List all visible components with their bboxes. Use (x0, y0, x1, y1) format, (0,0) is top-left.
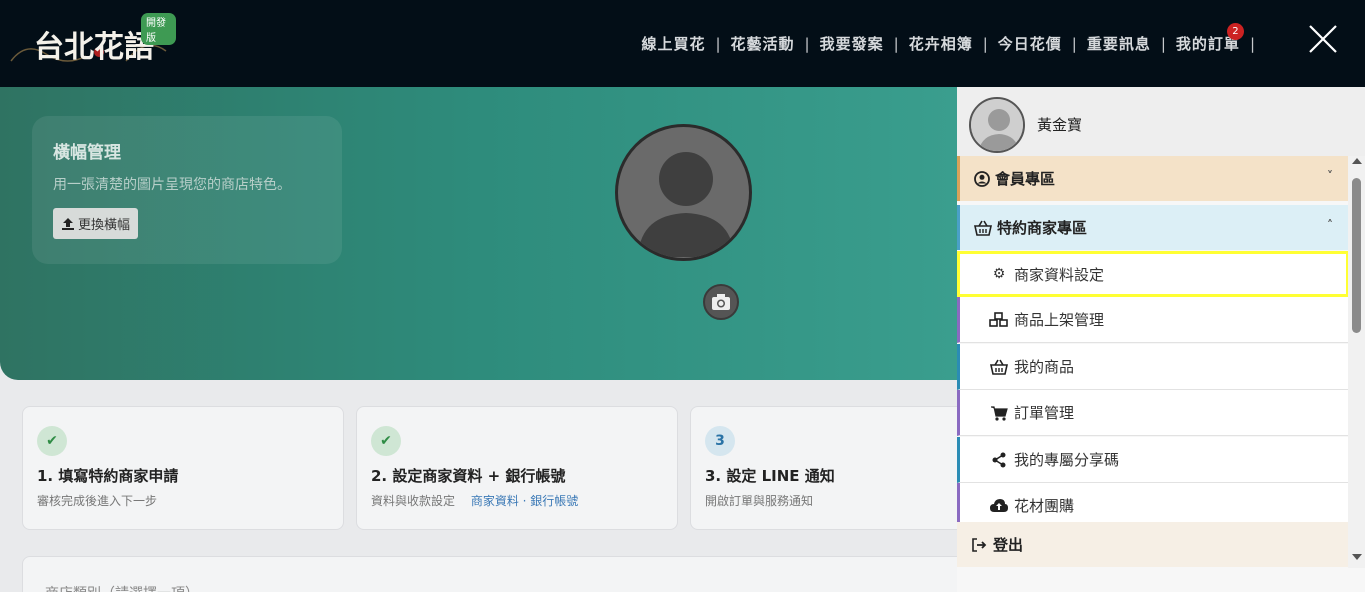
nav-buy-flowers[interactable]: 線上買花 (641, 33, 705, 54)
scroll-up-icon[interactable] (1352, 158, 1362, 164)
scroll-thumb[interactable] (1352, 178, 1361, 333)
menu-item-label: 我的商品 (1014, 358, 1075, 376)
store-banner: 橫幅管理 用一張清楚的圖片呈現您的商店特色。 更換橫幅 (0, 87, 960, 380)
cart-icon (991, 405, 1008, 421)
menu-item-label: 商家資料設定 (1014, 265, 1105, 284)
basket-icon (974, 220, 992, 236)
cloud-upload-icon (990, 498, 1008, 512)
sign-out-icon (972, 537, 987, 552)
menu-item-label: 訂單管理 (1014, 404, 1075, 422)
top-header: 台北花語 開發版 線上買花 | 花藝活動 | 我要發案 | 花卉相簿 | 今日花… (0, 0, 1365, 87)
nav-separator: | (804, 34, 810, 53)
close-icon[interactable] (1306, 22, 1340, 56)
nav-today-price[interactable]: 今日花價 (998, 33, 1062, 54)
nav-post-job[interactable]: 我要發案 (820, 33, 884, 54)
check-icon: ✔ (37, 426, 67, 456)
logo-text: 台北花語 (34, 30, 154, 65)
section-member-label: 會員專區 (995, 170, 1056, 188)
step-title: 1. 填寫特約商家申請 (37, 467, 179, 485)
step-card: ✔ 1. 填寫特約商家申請 審核完成後進入下一步 (22, 406, 344, 530)
user-silhouette-icon (971, 99, 1023, 151)
user-name: 黃金寶 (1037, 116, 1083, 134)
user-profile-row: 黃金寶 (957, 87, 1365, 156)
nav-flower-album[interactable]: 花卉相簿 (909, 33, 973, 54)
store-category-label: 商店類別（請選擇一項） (45, 583, 199, 592)
menu-item-label: 花材團購 (1014, 497, 1075, 515)
menu-item-merchant-settings[interactable]: ⚙ 商家資料設定 (957, 251, 1349, 297)
site-logo[interactable]: 台北花語 開發版 (6, 6, 176, 74)
banner-description: 用一張清楚的圖片呈現您的商店特色。 (53, 177, 291, 193)
nav-my-orders[interactable]: 我的訂單 2 (1176, 23, 1244, 54)
menu-item-my-products[interactable]: 我的商品 (957, 344, 1349, 390)
check-icon: ✔ (371, 426, 401, 456)
step-subtitle: 資料與收款設定 商家資料 · 銀行帳號 (371, 492, 578, 509)
cubes-icon (989, 311, 1008, 327)
nav-important-news[interactable]: 重要訊息 (1087, 33, 1151, 54)
step-subtitle: 審核完成後進入下一步 (37, 494, 158, 508)
store-category-card: 商店類別（請選擇一項） (22, 556, 972, 592)
step-subtitle-text: 資料與收款設定 (371, 494, 456, 508)
nav-separator: | (982, 34, 988, 53)
menu-scrollbar[interactable] (1348, 156, 1365, 568)
gear-icon: ⚙ (992, 266, 1006, 282)
banner-title: 橫幅管理 (53, 143, 121, 163)
nav-separator: | (1249, 34, 1255, 53)
side-menu-panel: 黃金寶 會員專區 ˅ 特約商家專區 ˄ ⚙ 商家資料設定 商品上架管理 我的商品… (957, 87, 1365, 592)
logout-button[interactable]: 登出 (957, 522, 1349, 567)
section-member[interactable]: 會員專區 ˅ (957, 156, 1349, 201)
step-title: 2. 設定商家資料 + 銀行帳號 (371, 467, 566, 485)
nav-separator: | (1160, 34, 1166, 53)
scroll-down-icon[interactable] (1352, 554, 1362, 560)
store-avatar[interactable] (615, 124, 752, 261)
chevron-down-icon: ˅ (1327, 169, 1333, 183)
chevron-up-icon: ˄ (1327, 218, 1333, 232)
avatar[interactable] (969, 97, 1025, 153)
nav-separator: | (893, 34, 899, 53)
basket-icon (990, 359, 1008, 375)
menu-item-product-listing[interactable]: 商品上架管理 (957, 297, 1349, 343)
menu-item-group-buy[interactable]: 花材團購 (957, 483, 1349, 522)
change-banner-label: 更換橫幅 (78, 217, 131, 232)
menu-item-share-code[interactable]: 我的專屬分享碼 (957, 437, 1349, 483)
user-circle-icon (974, 170, 990, 187)
user-silhouette-icon (638, 152, 734, 257)
share-icon (992, 452, 1006, 467)
nav-separator: | (1071, 34, 1077, 53)
nav-floral-events[interactable]: 花藝活動 (731, 33, 795, 54)
menu-item-label: 商品上架管理 (1014, 311, 1105, 329)
nav-separator: | (715, 34, 721, 53)
section-merchant[interactable]: 特約商家專區 ˄ (957, 205, 1349, 250)
logout-label: 登出 (993, 536, 1024, 554)
main-nav: 線上買花 | 花藝活動 | 我要發案 | 花卉相簿 | 今日花價 | 重要訊息 … (641, 23, 1265, 54)
menu-item-label: 我的專屬分享碼 (1014, 451, 1120, 469)
order-count-badge: 2 (1226, 23, 1244, 40)
step-title: 3. 設定 LINE 通知 (705, 467, 835, 485)
dev-badge: 開發版 (141, 13, 176, 45)
banner-management-card: 橫幅管理 用一張清楚的圖片呈現您的商店特色。 更換橫幅 (32, 116, 342, 264)
menu-item-order-management[interactable]: 訂單管理 (957, 390, 1349, 436)
upload-icon (62, 217, 74, 230)
step-subtitle: 開啟訂單與服務通知 (705, 494, 814, 508)
camera-icon (712, 294, 730, 310)
side-menu: 會員專區 ˅ 特約商家專區 ˄ ⚙ 商家資料設定 商品上架管理 我的商品 訂單管… (957, 156, 1349, 522)
upload-avatar-button[interactable] (703, 284, 739, 320)
section-merchant-label: 特約商家專區 (997, 219, 1088, 237)
step-card: ✔ 2. 設定商家資料 + 銀行帳號 資料與收款設定 商家資料 · 銀行帳號 (356, 406, 678, 530)
step-links[interactable]: 商家資料 · 銀行帳號 (471, 494, 578, 508)
change-banner-button[interactable]: 更換橫幅 (53, 208, 139, 239)
step-number: 3 (705, 426, 735, 456)
